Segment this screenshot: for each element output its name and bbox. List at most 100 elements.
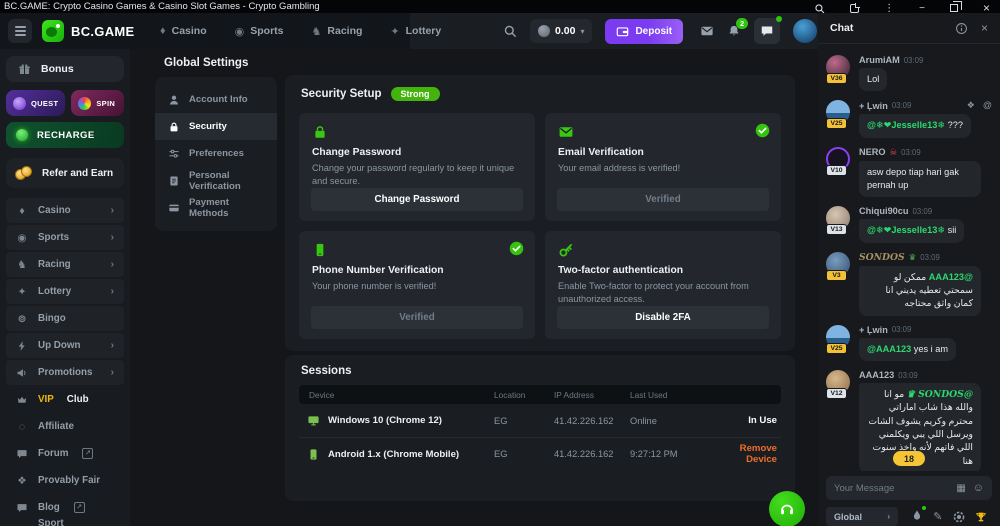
unread-count-pill[interactable]: 18 xyxy=(893,451,925,466)
sidebar-item-casino[interactable]: ♦Casino› xyxy=(6,198,124,223)
mobile-icon xyxy=(307,448,320,461)
sidebar-item-racing[interactable]: ♞Racing› xyxy=(6,252,124,277)
minimize-icon[interactable]: − xyxy=(919,3,925,14)
chat-messages: V36 ArumiAM 03:09 Lol V25 + Ļwin 03:09 ❖… xyxy=(818,45,1000,471)
mention-link[interactable]: @❄❤Jesselle13❄ xyxy=(867,225,945,235)
deposit-button[interactable]: Deposit xyxy=(605,19,683,44)
gif-icon[interactable]: ▦ xyxy=(956,483,965,494)
security-setup-panel: Security Setup Strong Change Password Ch… xyxy=(285,75,795,351)
trophy-icon[interactable] xyxy=(975,511,987,523)
card-description: Your email address is verified! xyxy=(558,162,768,175)
headphones-icon xyxy=(779,501,795,517)
sidebar-refer-and-earn[interactable]: Refer and Earn xyxy=(6,158,124,188)
phone-icon xyxy=(312,242,328,258)
notifications-button[interactable]: 2 xyxy=(727,24,741,38)
chat-toggle-button[interactable] xyxy=(754,18,780,44)
menu-kebab-icon[interactable]: ⋮ xyxy=(884,3,894,14)
nav-racing[interactable]: ♞Racing xyxy=(312,25,363,38)
info-icon[interactable] xyxy=(955,22,968,35)
wallet-icon xyxy=(616,25,629,38)
sidebar-item-bingo[interactable]: ⊚Bingo xyxy=(6,306,124,331)
settings-tab-personal-verification[interactable]: Personal Verification xyxy=(155,167,277,194)
chat-username[interactable]: Chiqui90cu xyxy=(859,206,909,216)
sidebar-item-provably-fair[interactable]: ❖Provably Fair xyxy=(6,468,124,493)
search-icon[interactable] xyxy=(503,24,517,38)
sidebar-recharge-button[interactable]: RECHARGE xyxy=(6,122,124,148)
close-window-icon[interactable]: × xyxy=(983,1,990,15)
phone-verified-button[interactable]: Verified xyxy=(311,306,523,329)
settings-tab-security[interactable]: Security xyxy=(155,113,277,140)
chevron-right-icon: › xyxy=(111,340,114,351)
user-avatar[interactable] xyxy=(793,19,817,43)
chat-timestamp: 03:09 xyxy=(892,101,912,110)
settings-tab-payment-methods[interactable]: Payment Methods xyxy=(155,194,277,221)
bingo-icon: ⊚ xyxy=(16,313,28,325)
emoji-icon[interactable]: ☺ xyxy=(973,482,984,494)
chat-username[interactable]: NERO xyxy=(859,147,886,157)
sidebar-item-blog[interactable]: Blog↗ xyxy=(6,495,124,520)
chevron-down-icon: ▾ xyxy=(580,27,584,36)
mention-link[interactable]: @SONDOS ♛ xyxy=(907,389,973,400)
mention-link[interactable]: @AAA123 xyxy=(867,344,911,354)
sidebar-item-sport-betting-insights[interactable]: ◈Sport Betting Insig...↗ xyxy=(6,522,124,526)
chat-username[interactable]: + Ļwin xyxy=(859,325,888,335)
sidebar-bonus-button[interactable]: Bonus xyxy=(6,56,124,82)
logo[interactable]: BC.GAME xyxy=(42,20,135,42)
card-two-factor: Two-factor authentication Enable Two-fac… xyxy=(545,231,781,339)
disable-2fa-button[interactable]: Disable 2FA xyxy=(557,306,769,329)
chat-username[interactable]: AAA123 xyxy=(859,370,894,380)
card-phone-verification: Phone Number Verification Your phone num… xyxy=(299,231,535,339)
sidebar-item-affiliate[interactable]: ◌Affiliate xyxy=(6,414,124,439)
crown-icon xyxy=(16,394,28,406)
sessions-table-header: Device Location IP Address Last Used xyxy=(299,385,781,404)
chat-username[interactable]: ArumiAM xyxy=(859,55,900,65)
settings-menu: Account Info Security Preferences Person… xyxy=(155,77,277,231)
chat-username[interactable]: + Ļwin xyxy=(859,101,888,111)
find-icon[interactable] xyxy=(814,3,825,14)
chat-username[interactable]: SONDOS xyxy=(859,252,905,263)
chat-bubble: @AAA123 ممكن لو سمحتي تعطيه يديني انا كم… xyxy=(859,266,981,316)
sidebar-spin-button[interactable]: SPIN xyxy=(71,90,124,116)
sidebar-item-updown[interactable]: Up Down› xyxy=(6,333,124,358)
mention-link[interactable]: @AAA123 xyxy=(929,272,973,282)
settings-tab-preferences[interactable]: Preferences xyxy=(155,140,277,167)
left-sidebar: Bonus QUEST SPIN RECHARGE Refer and Earn… xyxy=(0,49,130,526)
balance-selector[interactable]: 0.00 ▾ xyxy=(530,19,592,43)
sidebar-item-lottery[interactable]: ✦Lottery› xyxy=(6,279,124,304)
tip-icon[interactable]: ❖ xyxy=(967,100,975,111)
messages-icon[interactable] xyxy=(700,24,714,38)
coin-rain-button[interactable] xyxy=(911,508,923,526)
sidebar-quest-button[interactable]: QUEST xyxy=(6,90,65,116)
nav-lottery[interactable]: ✦Lottery xyxy=(390,25,441,38)
maximize-icon[interactable] xyxy=(950,4,958,12)
chat-message-input[interactable] xyxy=(834,483,949,494)
remove-device-button[interactable]: Remove Device xyxy=(730,443,781,465)
card-title: Two-factor authentication xyxy=(558,265,768,276)
email-verified-button[interactable]: Verified xyxy=(557,188,769,211)
lottery-icon: ✦ xyxy=(390,25,399,38)
sidebar-toggle-button[interactable] xyxy=(8,19,32,43)
chip-icon[interactable] xyxy=(953,511,965,523)
online-dot xyxy=(776,16,782,22)
change-password-button[interactable]: Change Password xyxy=(311,188,523,211)
sidebar-item-promotions[interactable]: Promotions› xyxy=(6,360,124,385)
sidebar-item-forum[interactable]: Forum↗ xyxy=(6,441,124,466)
sliders-icon xyxy=(168,148,180,160)
settings-tab-account-info[interactable]: Account Info xyxy=(155,86,277,113)
sidebar-item-vip-club[interactable]: VIPClub xyxy=(6,387,124,412)
chat-rules-button[interactable]: ✎ xyxy=(933,510,942,523)
close-chat-icon[interactable]: × xyxy=(981,21,988,35)
live-support-button[interactable] xyxy=(769,491,805,526)
chat-timestamp: 03:09 xyxy=(892,325,912,334)
nav-sports[interactable]: ◉Sports xyxy=(235,25,284,38)
mention-link[interactable]: @❄❤Jesselle13❄ xyxy=(867,120,945,130)
provably-fair-icon: ❖ xyxy=(16,475,28,487)
card-description: Enable Two-factor to protect your accoun… xyxy=(558,280,768,306)
level-badge: V13 xyxy=(826,224,847,235)
sidebar-item-sports[interactable]: ◉Sports› xyxy=(6,225,124,250)
browser-action-icon[interactable] xyxy=(850,4,859,13)
mention-icon[interactable]: @ xyxy=(983,100,992,111)
chat-channel-select[interactable]: Global › xyxy=(826,507,898,526)
nav-casino[interactable]: ♦Casino xyxy=(160,25,207,37)
devil-emoji: ☠ xyxy=(890,147,898,158)
